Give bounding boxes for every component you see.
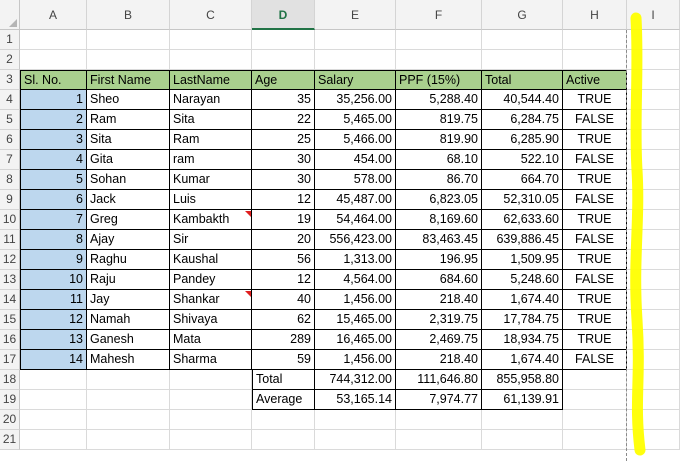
highlight-stroke: [630, 12, 646, 456]
yellow-highlight-annotation: [630, 12, 646, 456]
spreadsheet-grid[interactable]: A B C D E F G H I 1 2 3 4 5 6 7 8 9 10 11 12 13 14 15 16 17 18 19 20…: [0, 0, 680, 461]
